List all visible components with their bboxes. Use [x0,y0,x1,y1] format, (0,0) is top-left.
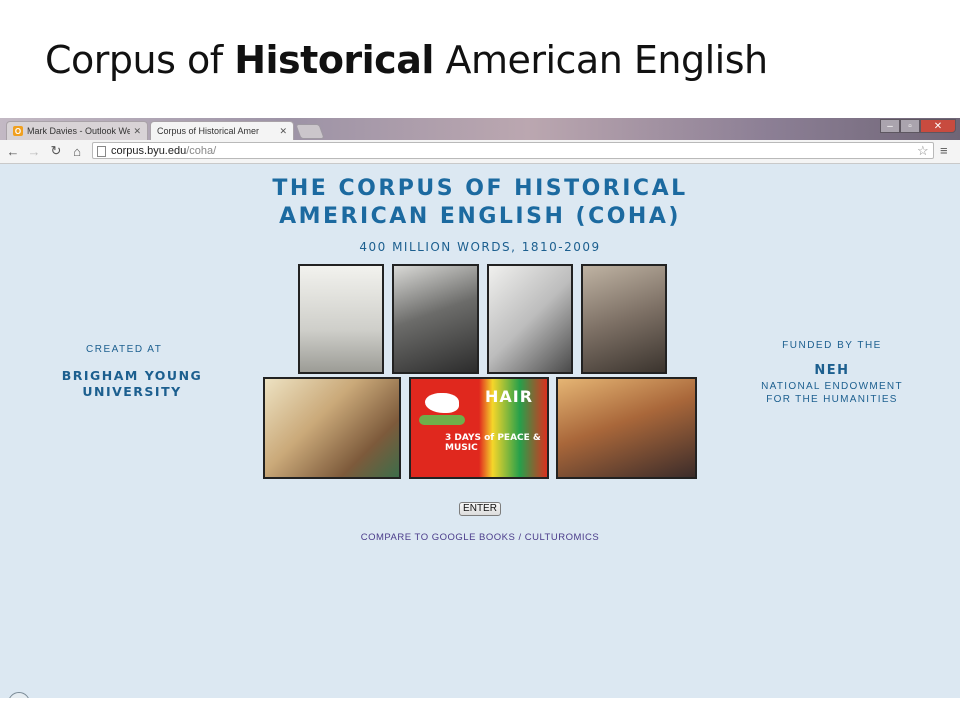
address-bar[interactable]: corpus.byu.edu/coha/ [92,142,934,159]
photo-flapper [487,264,573,374]
menu-icon[interactable]: ≡ [940,143,948,158]
tab-label: Corpus of Historical Amer [157,126,260,136]
page-content: THE CORPUS OF HISTORICAL AMERICAN ENGLIS… [0,164,960,698]
page-subtitle: 400 MILLION WORDS, 1810-2009 [359,240,601,254]
dove-icon [425,393,459,413]
new-tab-button[interactable] [295,124,325,139]
back-icon[interactable]: ← [5,143,21,159]
photo-family-radio [263,377,401,479]
byu-name: BRIGHAM YOUNG UNIVERSITY [61,368,203,399]
url-host: corpus.byu.edu [111,144,187,157]
created-at-label: CREATED AT [86,344,163,355]
browser-window: O Mark Davies - Outlook We ✕ Corpus of H… [0,118,960,698]
outlook-icon: O [13,126,23,136]
funded-by-label: FUNDED BY THE [782,340,882,351]
photo-family-laptop [556,377,697,479]
photo-woodstock-hair-posters: 3 DAYS of PEACE & MUSIC HAIR [409,377,549,479]
reload-icon[interactable]: ↻ [48,143,64,159]
enter-button[interactable]: ENTER [459,502,501,516]
slide-title: Corpus of Historical American English [45,38,768,82]
tab-label: Mark Davies - Outlook We [27,126,131,136]
slide-title-part: American English [433,38,768,82]
close-icon[interactable]: ✕ [133,126,141,137]
photo-cowboy [298,264,384,374]
close-window-icon[interactable]: ✕ [920,119,956,133]
bookmark-star-icon[interactable]: ☆ [917,143,929,159]
page-heading-line2: AMERICAN ENGLISH (COHA) [279,204,681,229]
hair-poster-text: HAIR [485,387,534,406]
forward-icon[interactable]: → [26,143,42,159]
tab-strip: O Mark Davies - Outlook We ✕ Corpus of H… [0,118,960,140]
neh-full-name: NATIONAL ENDOWMENT FOR THE HUMANITIES [761,381,903,405]
home-icon[interactable]: ⌂ [69,143,85,159]
browser-toolbar: ← → ↻ ⌂ corpus.byu.edu/coha/ ☆ ≡ [0,140,960,164]
slide-title-bold: Historical [234,38,434,82]
minimize-icon[interactable]: – [880,119,900,133]
guitar-icon [419,415,465,425]
page-heading-line1: THE CORPUS OF HISTORICAL [272,176,688,201]
tab-coha[interactable]: Corpus of Historical Amer ✕ [150,121,294,140]
photo-frontiersmen [392,264,479,374]
compare-link[interactable]: COMPARE TO GOOGLE BOOKS / CULTUROMICS [0,532,960,543]
slide-title-part: Corpus of [45,38,235,82]
tab-outlook[interactable]: O Mark Davies - Outlook We ✕ [6,121,148,140]
page-icon [97,146,106,157]
neh-abbrev: NEH [814,363,850,378]
url-path: /coha/ [186,144,217,157]
close-icon[interactable]: ✕ [279,126,287,137]
maximize-icon[interactable]: ▫ [900,119,920,133]
woodstock-text: 3 DAYS of PEACE & MUSIC [445,433,541,453]
photo-migrant-mother [581,264,667,374]
